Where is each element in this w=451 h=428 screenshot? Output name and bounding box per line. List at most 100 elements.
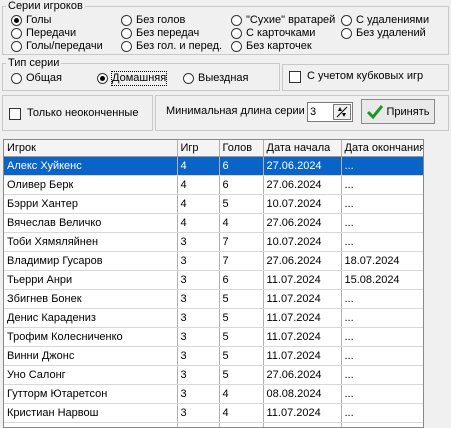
- table-cell: 27.06.2024: [263, 175, 342, 195]
- table-cell: Винни Джонс: [4, 346, 178, 366]
- table-cell: 11.07.2024: [263, 308, 342, 328]
- table-cell: 3: [177, 403, 220, 423]
- table-row[interactable]: Тьерри Анри 3 6 11.07.2024 15.08.2024: [4, 270, 423, 290]
- table-cell: ...: [341, 422, 423, 427]
- table-row[interactable]: Тоби Хямяляйнен 3 7 10.07.2024...: [4, 232, 423, 252]
- table-cell: 27.06.2024: [263, 156, 342, 176]
- spin-updown-icon[interactable]: [333, 104, 351, 120]
- table-cell: 27.06.2024: [263, 365, 342, 385]
- table-cell: Алекс Хуйкенс: [4, 156, 178, 176]
- table-scroll-area: [425, 139, 451, 428]
- table-cell: 3: [177, 346, 220, 366]
- table-cell: 3: [177, 308, 220, 328]
- radio-goals[interactable]: Голы: [11, 14, 51, 27]
- radio-dot: [97, 73, 108, 84]
- series-table[interactable]: Игрок Игр Голов Дата начала Дата окончан…: [3, 139, 424, 428]
- table-cell: Тоби Хямяляйнен: [4, 232, 178, 252]
- table-cell: 5: [219, 289, 264, 309]
- table-cell: Збигнев Бонек: [4, 289, 178, 309]
- table-cell: ...: [341, 384, 423, 404]
- min-length-input[interactable]: 3: [307, 102, 353, 122]
- table-cell: 7: [219, 232, 264, 252]
- radio-dot: [341, 28, 352, 39]
- table-row[interactable]: Алекс Хуйкенс 4 6 27.06.2024...: [4, 156, 423, 176]
- table-row[interactable]: Владимир Гусаров 3 7 27.06.2024 18.07.2024: [4, 251, 423, 271]
- table-cell: ...: [341, 327, 423, 347]
- table-cell: 11.07.2024: [263, 327, 342, 347]
- table-cell: 10.07.2024: [263, 232, 342, 252]
- table-cell: 3: [219, 422, 264, 427]
- table-header-row: Игрок Игр Голов Дата начала Дата окончан…: [4, 140, 423, 157]
- table-cell: 11.07.2024: [263, 403, 342, 423]
- cup-games-checkbox[interactable]: С учетом кубковых игр: [289, 70, 423, 83]
- table-cell: 3: [177, 270, 220, 290]
- radio-clean-sheets[interactable]: "Сухие" вратарей: [231, 14, 335, 27]
- col-games[interactable]: Игр: [177, 140, 220, 157]
- table-cell: ...: [341, 365, 423, 385]
- col-end-date[interactable]: Дата окончания: [341, 140, 423, 157]
- table-cell: 27.06.2024: [263, 251, 342, 271]
- radio-no-goals[interactable]: Без голов: [121, 14, 185, 27]
- table-row[interactable]: Гутторм Ютаретсон 3 4 08.08.2024...: [4, 384, 423, 404]
- col-goals[interactable]: Голов: [219, 140, 264, 157]
- table-cell: 3: [177, 365, 220, 385]
- radio-no-cards[interactable]: Без карточек: [231, 40, 312, 53]
- table-row[interactable]: Уно Салонг 3 5 27.06.2024...: [4, 365, 423, 385]
- table-row[interactable]: Бэрри Хантер 4 5 10.07.2024...: [4, 194, 423, 214]
- table-row[interactable]: Оливер Берк 4 6 27.06.2024...: [4, 175, 423, 195]
- table-row[interactable]: Збигнев Бонек 3 5 11.07.2024...: [4, 289, 423, 309]
- checkbox-box: [9, 107, 21, 120]
- radio-no-assists[interactable]: Без передач: [121, 27, 199, 40]
- table-cell: 3: [177, 232, 220, 252]
- radio-no-goals-assists[interactable]: Без гол. и перед.: [121, 40, 222, 53]
- table-cell: 4: [177, 156, 220, 176]
- table-cell: 5: [219, 365, 264, 385]
- table-cell: Оливер Берк: [4, 175, 178, 195]
- table-row[interactable]: Денис Карадениз 3 5 11.07.2024...: [4, 308, 423, 328]
- table-row[interactable]: Вячеслав Величко 4 4 27.06.2024...: [4, 213, 423, 233]
- radio-away[interactable]: Выездная: [183, 72, 249, 85]
- col-player[interactable]: Игрок: [4, 140, 178, 157]
- table-cell: ...: [341, 213, 423, 233]
- table-cell: Ираклис Гугулакис: [4, 422, 178, 427]
- radio-dot: [231, 28, 242, 39]
- radio-with-cards[interactable]: С карточками: [231, 27, 315, 40]
- radio-no-sendoffs[interactable]: Без удалений: [341, 27, 426, 40]
- table-cell: 6: [219, 175, 264, 195]
- table-cell: 4: [219, 384, 264, 404]
- table-row[interactable]: Кристиан Нарвош 3 4 11.07.2024...: [4, 403, 423, 423]
- table-cell: 11.07.2024: [263, 270, 342, 290]
- table-row[interactable]: Трофим Колесниченко 3 5 11.07.2024...: [4, 327, 423, 347]
- min-length-label: Минимальная длина серии: [166, 105, 305, 117]
- table-cell: ...: [341, 156, 423, 176]
- radio-dot: [11, 28, 22, 39]
- table-cell: 3: [177, 422, 220, 427]
- radio-assists[interactable]: Передачи: [11, 27, 76, 40]
- radio-goals-assists[interactable]: Голы/передачи: [11, 40, 103, 53]
- series-group-legend: Серии игроков: [6, 0, 85, 12]
- table-row[interactable]: Винни Джонс 3 5 11.07.2024...: [4, 346, 423, 366]
- accept-button[interactable]: Принять: [361, 99, 435, 124]
- table-body: Алекс Хуйкенс 4 6 27.06.2024... Оливер Берк 4…: [4, 156, 423, 427]
- unfinished-checkbox[interactable]: Только неоконченные: [9, 107, 138, 120]
- table-cell: 4: [177, 213, 220, 233]
- radio-home[interactable]: Домашняя: [97, 71, 168, 86]
- table-cell: 4: [177, 175, 220, 195]
- table-cell: ...: [341, 194, 423, 214]
- table-cell: 3: [177, 327, 220, 347]
- table-cell: 11.07.2024: [263, 346, 342, 366]
- table-cell: Владимир Гусаров: [4, 251, 178, 271]
- table-cell: 5: [219, 194, 264, 214]
- radio-dot: [11, 41, 22, 52]
- table-cell: 7: [219, 251, 264, 271]
- radio-dot: [121, 15, 132, 26]
- radio-with-sendoffs[interactable]: С удалениями: [341, 14, 429, 27]
- table-cell: 3: [177, 251, 220, 271]
- table-row[interactable]: Ираклис Гугулакис3308.08.2024...: [4, 422, 423, 427]
- table-cell: Уно Салонг: [4, 365, 178, 385]
- table-cell: 15.08.2024: [341, 270, 423, 290]
- radio-overall[interactable]: Общая: [11, 72, 62, 85]
- col-start-date[interactable]: Дата начала: [263, 140, 342, 157]
- checkmark-icon: [366, 104, 383, 119]
- table-cell: 10.07.2024: [263, 194, 342, 214]
